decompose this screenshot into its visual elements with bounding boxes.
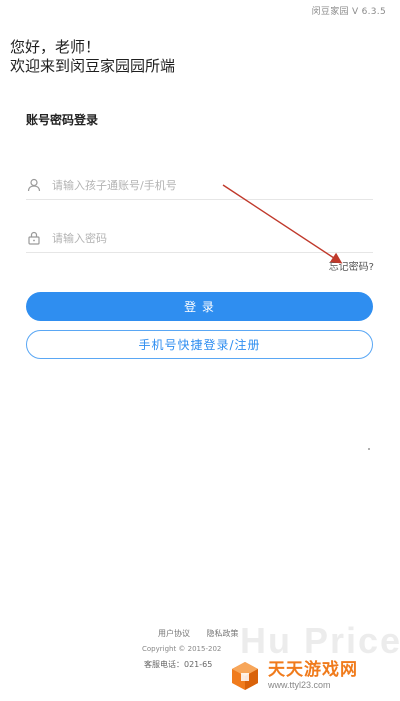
site-watermark: 天天游戏网 www.ttyl23.com [228,655,396,697]
username-input[interactable] [52,178,373,192]
footer-links: 用户协议 隐私政策 [158,628,253,639]
copyright-text: Copyright © 2015-202 [142,645,222,653]
privacy-policy-link[interactable]: 隐私政策 [207,629,239,638]
password-input[interactable] [52,231,373,245]
cube-logo-icon [232,662,258,690]
greeting-welcome: 欢迎来到闵豆家园园所端 [10,57,176,75]
login-section-title: 账号密码登录 [26,113,99,127]
username-field[interactable] [26,171,373,200]
stray-dot [368,448,370,450]
app-version: 闵豆家园 V 6.3.5 [311,7,386,17]
watermark-site-url: www.ttyl23.com [268,680,331,690]
password-field[interactable] [26,224,373,253]
lock-icon [26,230,42,246]
service-phone: 客服电话：021-65 [144,660,213,669]
watermark-text: 天天游戏网 www.ttyl23.com [268,661,358,691]
user-icon [26,177,42,193]
login-button[interactable]: 登 录 [26,292,373,321]
quick-login-button[interactable]: 手机号快捷登录/注册 [26,330,373,359]
greeting-hello: 您好，老师！ [10,38,101,56]
user-agreement-link[interactable]: 用户协议 [158,629,190,638]
watermark-site-name: 天天游戏网 [268,660,358,680]
forgot-password-link[interactable]: 忘记密码? [329,258,374,273]
greeting-block: 您好，老师！ 欢迎来到闵豆家园园所端 [10,38,370,76]
